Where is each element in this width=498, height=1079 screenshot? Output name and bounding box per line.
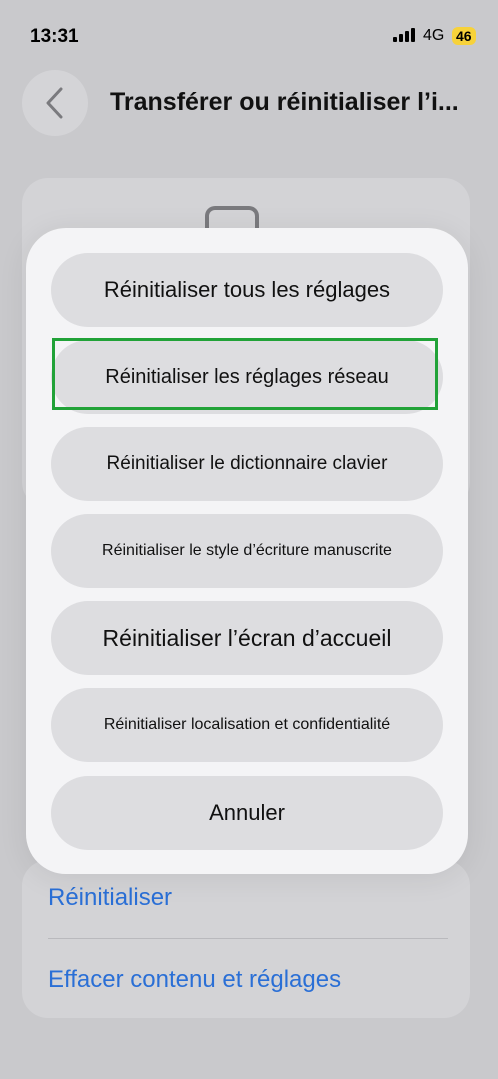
divider xyxy=(48,938,448,939)
chevron-left-icon xyxy=(46,87,63,119)
reset-handwriting-style-button[interactable]: Réinitialiser le style d’écriture manusc… xyxy=(51,514,443,588)
reset-location-privacy-button[interactable]: Réinitialiser localisation et confidenti… xyxy=(51,688,443,762)
back-button[interactable] xyxy=(22,70,88,136)
status-bar: 13:31 4G 46 xyxy=(0,0,498,70)
battery-badge: 46 xyxy=(452,27,476,45)
reset-keyboard-dictionary-button[interactable]: Réinitialiser le dictionnaire clavier xyxy=(51,427,443,501)
status-time: 13:31 xyxy=(30,26,79,47)
signal-bars-icon xyxy=(393,28,415,42)
selection-highlight xyxy=(52,338,438,410)
erase-all-link[interactable]: Effacer contenu et réglages xyxy=(48,966,341,994)
network-type: 4G xyxy=(423,27,445,44)
reset-all-settings-button[interactable]: Réinitialiser tous les réglages xyxy=(51,253,443,327)
page-title: Transférer ou réinitialiser l’i... xyxy=(110,88,459,116)
reset-link[interactable]: Réinitialiser xyxy=(48,884,172,912)
cancel-button[interactable]: Annuler xyxy=(51,776,443,850)
reset-home-screen-button[interactable]: Réinitialiser l’écran d’accueil xyxy=(51,601,443,675)
